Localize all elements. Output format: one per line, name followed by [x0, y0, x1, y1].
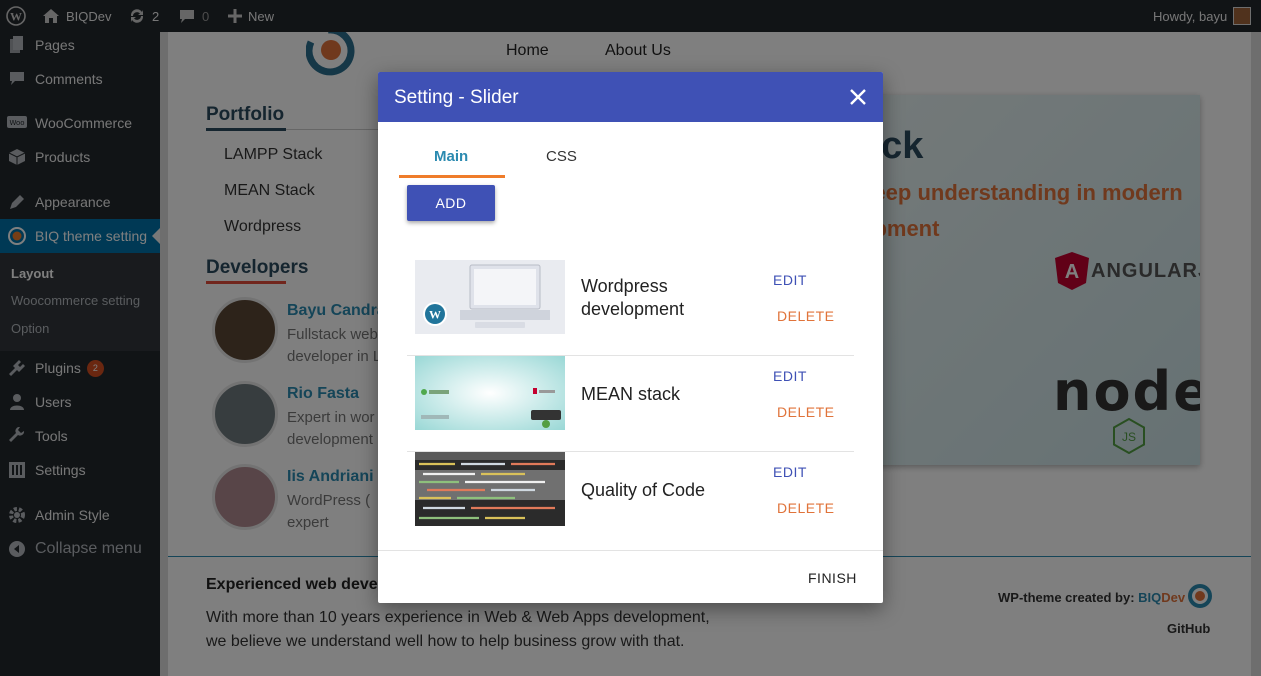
tab-indicator — [399, 175, 505, 178]
slide-row: Quality of Code EDIT DELETE — [407, 452, 854, 548]
slide-title-line: development — [581, 299, 685, 319]
tab-css[interactable]: CSS — [546, 148, 577, 165]
add-slide-button[interactable]: ADD — [407, 185, 495, 221]
slide-title-line: MEAN stack — [581, 384, 681, 404]
slide-title-line: Quality of Code — [581, 480, 706, 500]
slide-row: MEAN stack EDIT DELETE — [407, 356, 854, 452]
edit-button[interactable]: EDIT — [773, 272, 807, 288]
delete-button[interactable]: DELETE — [777, 308, 834, 324]
delete-button[interactable]: DELETE — [777, 500, 834, 516]
slide-title: Wordpress development — [581, 275, 684, 321]
svg-text:W: W — [429, 308, 441, 322]
slide-title-line: Wordpress — [581, 276, 668, 296]
tab-main[interactable]: Main — [434, 148, 468, 165]
slide-thumbnail: W — [415, 260, 565, 334]
slider-settings-dialog: Setting - Slider Main CSS ADD W Wordpres… — [378, 72, 883, 603]
edit-button[interactable]: EDIT — [773, 464, 807, 480]
delete-button[interactable]: DELETE — [777, 404, 834, 420]
slide-row: W Wordpress development EDIT DELETE — [407, 260, 854, 356]
slide-title: MEAN stack — [581, 383, 680, 406]
dialog-footer-divider — [378, 550, 883, 551]
slide-title: Quality of Code — [581, 479, 705, 502]
edit-button[interactable]: EDIT — [773, 368, 807, 384]
finish-button[interactable]: FINISH — [808, 570, 857, 586]
dialog-title: Setting - Slider — [394, 87, 519, 108]
dialog-header: Setting - Slider — [378, 72, 883, 122]
slide-thumbnail — [415, 452, 565, 526]
slide-thumbnail — [415, 356, 565, 430]
close-icon[interactable] — [847, 86, 869, 108]
